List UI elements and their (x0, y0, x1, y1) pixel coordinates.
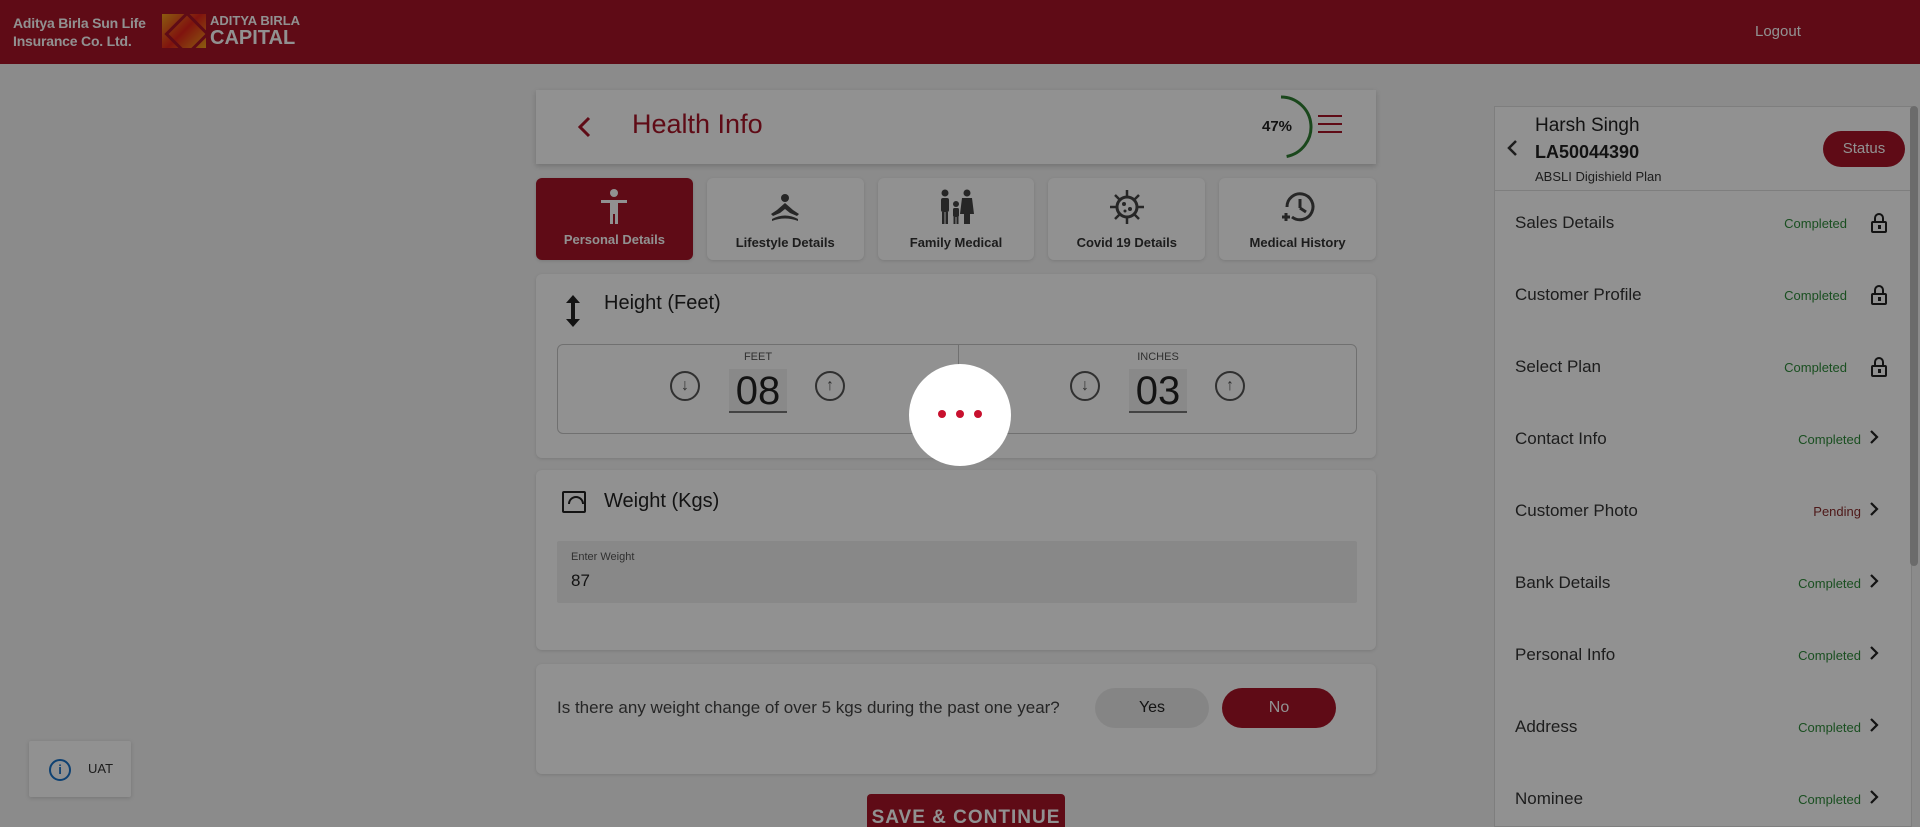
loading-dot (938, 410, 946, 418)
loading-dot (956, 410, 964, 418)
loading-spinner (909, 364, 1011, 466)
loading-dot (974, 410, 982, 418)
